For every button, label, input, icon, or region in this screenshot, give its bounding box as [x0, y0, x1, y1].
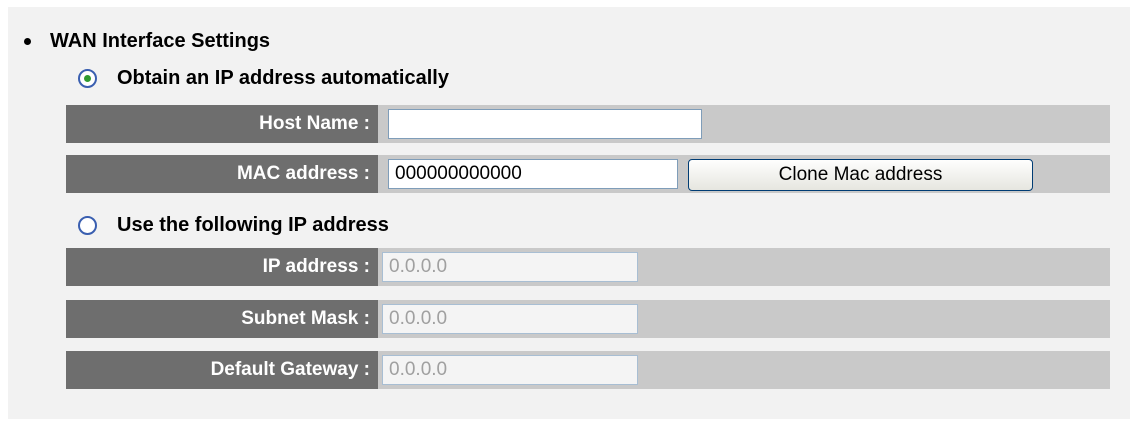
section-title: WAN Interface Settings — [50, 29, 271, 52]
radio-unchecked-icon[interactable] — [78, 215, 97, 235]
section-heading: WAN Interface Settings — [24, 26, 270, 56]
mac-address-row: MAC address : Clone Mac address — [66, 155, 1110, 193]
subnet-mask-input[interactable] — [382, 304, 638, 334]
radio-obtain-automatically-label: Obtain an IP address automatically — [117, 66, 449, 89]
default-gateway-input[interactable] — [382, 355, 638, 385]
clone-mac-address-button[interactable]: Clone Mac address — [688, 159, 1033, 191]
radio-use-following-ip-label: Use the following IP address — [117, 213, 389, 236]
host-name-row: Host Name : — [66, 105, 1110, 143]
host-name-input[interactable] — [388, 109, 702, 139]
radio-obtain-automatically[interactable]: Obtain an IP address automatically — [78, 62, 449, 94]
radio-checked-icon[interactable] — [78, 68, 97, 88]
ip-address-row: IP address : — [66, 248, 1110, 286]
default-gateway-label: Default Gateway : — [66, 351, 378, 389]
ip-address-label: IP address : — [66, 248, 378, 286]
ip-address-input[interactable] — [382, 252, 638, 282]
bullet-icon — [24, 37, 31, 45]
host-name-label: Host Name : — [66, 105, 378, 143]
radio-use-following-ip[interactable]: Use the following IP address — [78, 209, 389, 241]
subnet-mask-label: Subnet Mask : — [66, 300, 378, 338]
default-gateway-row: Default Gateway : — [66, 351, 1110, 389]
subnet-mask-row: Subnet Mask : — [66, 300, 1110, 338]
mac-address-input[interactable] — [388, 159, 678, 189]
mac-address-label: MAC address : — [66, 155, 378, 193]
